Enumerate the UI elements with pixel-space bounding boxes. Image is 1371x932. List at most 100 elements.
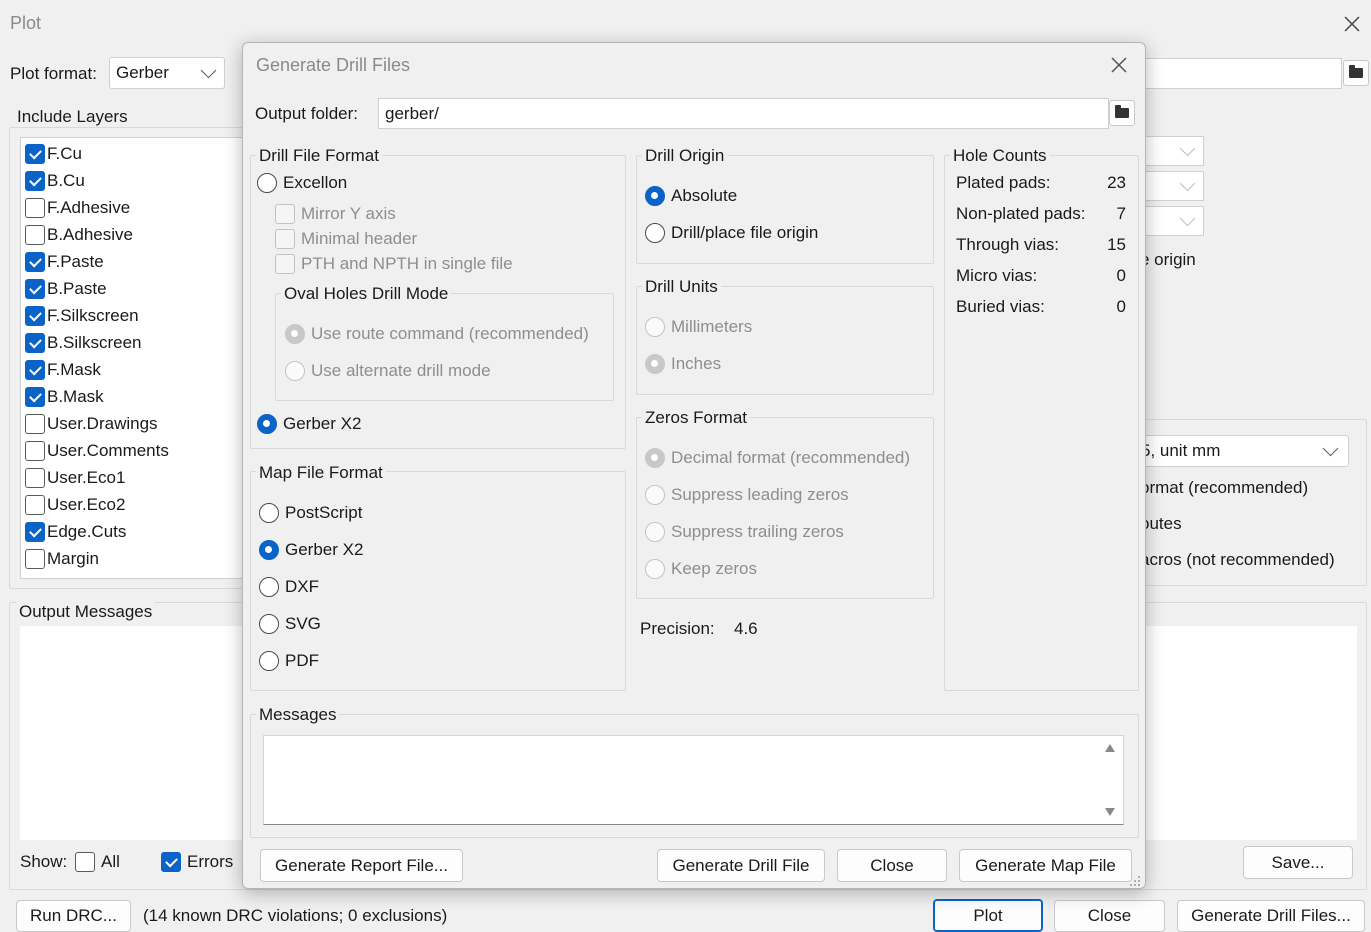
map-dxf-radio[interactable]: DXF [259, 577, 319, 597]
map-svg-label: SVG [285, 614, 321, 633]
layer-label: User.Drawings [47, 414, 158, 433]
layer-item[interactable]: User.Eco1 [25, 468, 125, 488]
use-route-radio[interactable]: Use route command (recommended) [285, 324, 589, 344]
save-button[interactable]: Save... [1243, 846, 1353, 879]
map-svg-radio[interactable]: SVG [259, 614, 321, 634]
layer-checkbox[interactable] [25, 414, 45, 434]
layer-checkbox[interactable] [25, 225, 45, 245]
layer-checkbox[interactable] [25, 252, 45, 272]
layer-item[interactable]: F.Paste [25, 252, 104, 272]
inches-label: Inches [671, 354, 722, 373]
resize-grip-icon[interactable] [1129, 872, 1141, 886]
layer-item[interactable]: Edge.Cuts [25, 522, 126, 542]
generate-drill-file-button[interactable]: Generate Drill File [657, 849, 825, 882]
drill-close-button[interactable]: Close [837, 849, 947, 882]
map-file-format-title: Map File Format [256, 463, 386, 483]
scroll-down-icon[interactable] [1105, 808, 1115, 816]
layer-checkbox[interactable] [25, 549, 45, 569]
map-gerber-x2-radio[interactable]: Gerber X2 [259, 540, 363, 560]
generate-drill-files-button[interactable]: Generate Drill Files... [1177, 900, 1365, 932]
layer-item[interactable]: User.Comments [25, 441, 169, 461]
layer-checkbox[interactable] [25, 495, 45, 515]
plot-button[interactable]: Plot [933, 899, 1043, 932]
generate-report-button[interactable]: Generate Report File... [260, 849, 463, 882]
absolute-radio[interactable]: Absolute [645, 186, 737, 206]
minimal-header-checkbox[interactable]: Minimal header [275, 229, 417, 249]
suppress-trailing-radio[interactable]: Suppress trailing zeros [645, 522, 844, 542]
map-postscript-radio[interactable]: PostScript [259, 503, 362, 523]
run-drc-button[interactable]: Run DRC... [16, 900, 131, 932]
hole-count-value: 0 [1116, 266, 1126, 285]
millimeters-radio[interactable]: Millimeters [645, 317, 752, 337]
close-icon[interactable] [1107, 53, 1131, 77]
layer-item[interactable]: F.Adhesive [25, 198, 130, 218]
plot-unit-select[interactable]: 5, unit mm [1130, 435, 1349, 467]
plot-close-button[interactable]: Close [1054, 900, 1165, 932]
plot-format-select[interactable]: Gerber [109, 57, 225, 89]
layer-item[interactable]: User.Drawings [25, 414, 158, 434]
layer-label: F.Paste [47, 252, 104, 271]
layer-item[interactable]: B.Paste [25, 279, 107, 299]
layer-checkbox[interactable] [25, 468, 45, 488]
drill-place-origin-label: Drill/place file origin [671, 223, 819, 242]
plot-output-dir-input[interactable] [1140, 58, 1342, 89]
layer-item[interactable]: F.Mask [25, 360, 101, 380]
layer-checkbox[interactable] [25, 144, 45, 164]
layer-checkbox[interactable] [25, 333, 45, 353]
layer-label: F.Silkscreen [47, 306, 139, 325]
plot-folder-button[interactable] [1343, 60, 1369, 86]
minimal-header-label: Minimal header [301, 229, 418, 248]
layer-item[interactable]: User.Eco2 [25, 495, 125, 515]
partial-format-label: ormat (recommended) [1140, 478, 1309, 497]
folder-icon [1115, 105, 1129, 118]
layer-item[interactable]: Margin [25, 549, 99, 569]
scroll-up-icon[interactable] [1105, 744, 1115, 752]
output-folder-label: Output folder: [255, 104, 359, 123]
keep-zeros-radio[interactable]: Keep zeros [645, 559, 757, 579]
drill-place-origin-radio[interactable]: Drill/place file origin [645, 223, 818, 243]
layer-item[interactable]: B.Mask [25, 387, 104, 407]
precision-label: Precision: [640, 619, 715, 638]
plot-option-select-3[interactable] [1140, 206, 1204, 236]
show-label: Show: [20, 852, 68, 871]
layer-checkbox[interactable] [25, 171, 45, 191]
inches-radio[interactable]: Inches [645, 354, 721, 374]
folder-browse-button[interactable] [1109, 100, 1135, 126]
checkbox-box [275, 229, 295, 249]
layer-item[interactable]: F.Silkscreen [25, 306, 139, 326]
layer-checkbox[interactable] [25, 360, 45, 380]
decimal-format-radio[interactable]: Decimal format (recommended) [645, 448, 910, 468]
map-pdf-radio[interactable]: PDF [259, 651, 319, 671]
radio-circle [645, 448, 665, 468]
oval-holes-title: Oval Holes Drill Mode [281, 284, 452, 304]
layer-item[interactable]: B.Silkscreen [25, 333, 141, 353]
map-postscript-label: PostScript [285, 503, 363, 522]
use-alternate-radio[interactable]: Use alternate drill mode [285, 361, 491, 381]
show-all-checkbox[interactable]: All [75, 852, 120, 872]
layer-item[interactable]: B.Cu [25, 171, 85, 191]
layer-checkbox[interactable] [25, 279, 45, 299]
use-route-label: Use route command (recommended) [311, 324, 589, 343]
layer-item[interactable]: B.Adhesive [25, 225, 133, 245]
excellon-radio[interactable]: Excellon [257, 173, 347, 193]
gerber-x2-drill-radio[interactable]: Gerber X2 [257, 414, 361, 434]
layer-checkbox[interactable] [25, 198, 45, 218]
plot-option-select-2[interactable] [1140, 171, 1204, 201]
pth-npth-checkbox[interactable]: PTH and NPTH in single file [275, 254, 513, 274]
layer-checkbox[interactable] [25, 522, 45, 542]
layer-checkbox[interactable] [25, 306, 45, 326]
show-errors-checkbox[interactable]: Errors [161, 852, 233, 872]
close-icon[interactable] [1340, 12, 1364, 36]
mirror-y-checkbox[interactable]: Mirror Y axis [275, 204, 396, 224]
layer-list[interactable]: F.Cu B.Cu F.Adhesive B.Adhesive F.Paste B.Pas… [20, 137, 247, 579]
suppress-leading-radio[interactable]: Suppress leading zeros [645, 485, 849, 505]
layer-item[interactable]: F.Cu [25, 144, 82, 164]
output-folder-input[interactable]: gerber/ [378, 98, 1109, 129]
layer-checkbox[interactable] [25, 441, 45, 461]
layer-checkbox[interactable] [25, 387, 45, 407]
plot-option-select-1[interactable] [1140, 136, 1204, 166]
messages-area[interactable] [263, 735, 1124, 825]
hole-count-row: Plated pads: 23 [956, 173, 1126, 193]
generate-map-button[interactable]: Generate Map File [959, 849, 1132, 882]
drill-units-title: Drill Units [642, 277, 721, 297]
